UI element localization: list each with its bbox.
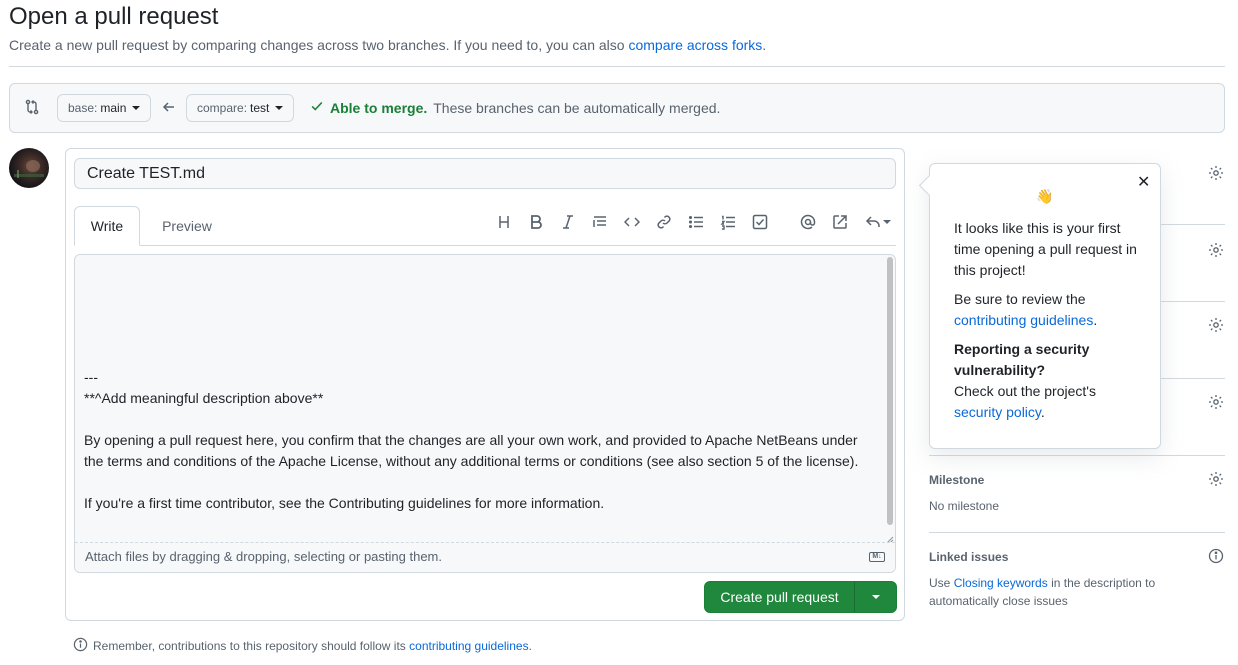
security-policy-link[interactable]: security policy — [954, 404, 1041, 420]
merge-ok-label: Able to merge. — [330, 99, 428, 116]
pr-title-input[interactable] — [74, 158, 896, 189]
base-branch-label: base: — [68, 101, 98, 115]
popover-review-text: Be sure to review the — [954, 291, 1086, 307]
gear-icon[interactable] — [1208, 165, 1226, 183]
unordered-list-icon[interactable] — [685, 211, 707, 233]
linked-issues-heading: Linked issues — [929, 550, 1009, 564]
sidebar-divider — [929, 532, 1225, 533]
milestone-value: No milestone — [929, 499, 1000, 513]
chevron-down-icon — [132, 106, 141, 110]
scrollbar[interactable] — [887, 257, 893, 525]
contributing-guidelines-link[interactable]: contributing guidelines — [409, 639, 528, 653]
page-title: Open a pull request — [9, 3, 219, 30]
contribution-note: Remember, contributions to this reposito… — [73, 637, 532, 655]
base-branch-value: main — [100, 101, 127, 115]
merge-message: These branches can be automatically merg… — [433, 99, 721, 116]
merge-status: Able to merge. These branches can be aut… — [310, 99, 720, 116]
mention-icon[interactable] — [797, 211, 819, 233]
git-compare-icon — [24, 99, 42, 117]
compare-across-forks-link[interactable]: compare across forks — [628, 37, 762, 53]
avatar[interactable] — [9, 148, 49, 188]
pull-request-form: Write Preview --- **^Add meaningful desc… — [65, 148, 905, 621]
header-divider — [9, 66, 1225, 67]
subtitle-suffix: . — [762, 37, 767, 53]
bold-icon[interactable] — [525, 211, 547, 233]
code-icon[interactable] — [621, 211, 643, 233]
resize-handle-icon[interactable] — [886, 531, 894, 544]
chevron-down-icon — [275, 106, 284, 110]
compare-branch-label: compare: — [197, 101, 248, 115]
chevron-down-icon — [883, 220, 891, 224]
create-options-dropdown[interactable] — [855, 582, 896, 612]
attach-files-bar[interactable]: Attach files by dragging & dropping, sel… — [75, 542, 895, 572]
base-branch-select[interactable]: base: main — [57, 94, 152, 122]
closing-keywords-link[interactable]: Closing keywords — [954, 576, 1048, 590]
popover-review: Be sure to review the contributing guide… — [954, 289, 1144, 331]
check-icon — [310, 99, 324, 116]
quote-icon[interactable] — [589, 211, 611, 233]
compare-branch-value: test — [250, 101, 270, 115]
reply-icon[interactable] — [861, 211, 895, 233]
heading-icon[interactable] — [493, 211, 515, 233]
contribution-note-text: Remember, contributions to this reposito… — [93, 639, 410, 653]
create-pull-request-button-group: Create pull request — [704, 581, 897, 613]
popover-security: Reporting a security vulnerability? Chec… — [954, 339, 1144, 423]
info-icon[interactable] — [1208, 548, 1226, 566]
gear-icon[interactable] — [1208, 317, 1226, 335]
tab-write[interactable]: Write — [74, 206, 140, 246]
compare-branch-select[interactable]: compare: test — [186, 94, 295, 122]
pr-body-textarea[interactable]: --- **^Add meaningful description above*… — [74, 254, 896, 573]
first-time-contributor-popover: ✕ 👋 It looks like this is your first tim… — [929, 163, 1161, 449]
popover-security-heading: Reporting a security vulnerability? — [954, 341, 1090, 378]
create-pull-request-button[interactable]: Create pull request — [705, 582, 855, 612]
popover-security-suffix: . — [1040, 404, 1045, 420]
compare-bar: base: main compare: test Able to merge. … — [9, 83, 1225, 133]
popover-intro: It looks like this is your first time op… — [954, 220, 1137, 278]
milestone-heading: Milestone — [929, 473, 985, 487]
arrow-left-icon — [161, 99, 177, 115]
chevron-down-icon — [871, 595, 880, 599]
subtitle-text: Create a new pull request by comparing c… — [9, 37, 629, 53]
info-icon — [73, 637, 88, 655]
markdown-icon[interactable]: M↓ — [869, 552, 885, 562]
link-icon[interactable] — [653, 211, 675, 233]
popover-security-text: Check out the project's — [954, 383, 1096, 399]
linked-issues-prefix: Use — [929, 576, 954, 590]
italic-icon[interactable] — [557, 211, 579, 233]
ordered-list-icon[interactable] — [717, 211, 739, 233]
task-list-icon[interactable] — [749, 211, 771, 233]
gear-icon[interactable] — [1208, 394, 1226, 412]
pr-body-text[interactable]: --- **^Add meaningful description above*… — [84, 367, 874, 514]
attach-files-text: Attach files by dragging & dropping, sel… — [85, 549, 442, 564]
reference-icon[interactable] — [829, 211, 851, 233]
linked-issues-text: Use Closing keywords in the description … — [929, 574, 1169, 610]
popover-contributing-link[interactable]: contributing guidelines — [954, 312, 1093, 328]
sidebar-divider — [929, 455, 1225, 456]
popover-review-suffix: . — [1093, 312, 1098, 328]
page-subtitle: Create a new pull request by comparing c… — [9, 37, 766, 53]
tab-preview[interactable]: Preview — [148, 206, 226, 246]
wave-emoji: 👋 — [1036, 188, 1054, 204]
gear-icon[interactable] — [1208, 471, 1226, 489]
contribution-note-suffix: . — [528, 639, 532, 653]
gear-icon[interactable] — [1208, 242, 1226, 260]
